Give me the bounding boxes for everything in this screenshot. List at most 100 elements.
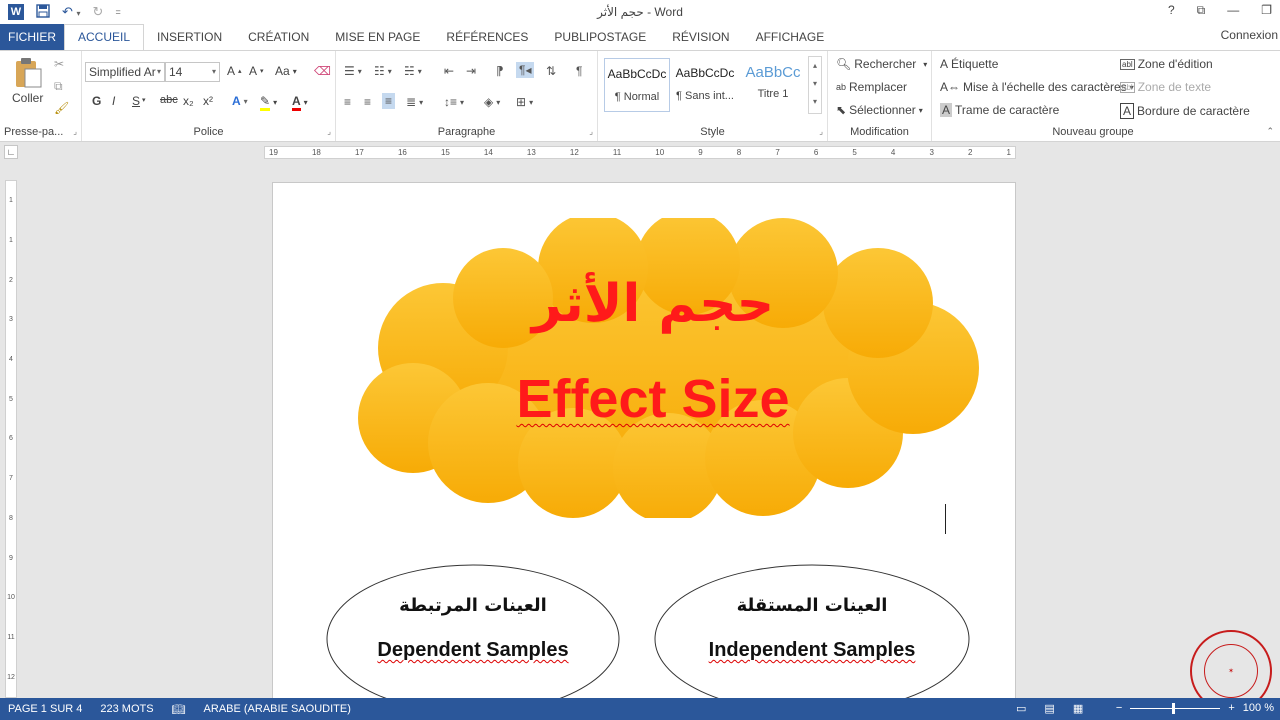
strikethrough-button[interactable]: abc bbox=[160, 94, 178, 106]
select-button[interactable]: ⬉ Sélectionner ▾ bbox=[836, 103, 923, 117]
status-bar: PAGE 1 SUR 4 223 MOTS 📖︎ ARABE (ARABIE S… bbox=[0, 698, 1280, 720]
vertical-ruler[interactable]: 1 1 2 3 4 5 6 7 8 9 10 11 12 bbox=[5, 180, 17, 698]
collapse-ribbon-icon[interactable]: ⌃ bbox=[1266, 126, 1274, 137]
read-mode-icon[interactable]: ▭ bbox=[1016, 702, 1026, 715]
font-launcher-icon[interactable]: ⌟ bbox=[327, 127, 331, 136]
ruler-mark: 6 bbox=[813, 148, 819, 157]
decrease-indent-icon[interactable]: ⇤ bbox=[444, 64, 454, 78]
title-bar: W ↶ ▾ ↻ = حجم الأثر - Word ? ⧉ — ❐ bbox=[0, 0, 1280, 24]
cloud-shape[interactable]: حجم الأثر Effect Size bbox=[323, 211, 983, 523]
styles-scroll[interactable]: ▴ ▾ ▾ bbox=[808, 56, 822, 114]
text-box-button[interactable]: abl Zone de texte bbox=[1120, 80, 1211, 94]
document-page[interactable]: حجم الأثر Effect Size العينات المرتبطة D… bbox=[272, 182, 1016, 720]
subscript-button[interactable]: x₂ bbox=[183, 94, 194, 108]
tab-view[interactable]: AFFICHAGE bbox=[743, 25, 838, 50]
chevron-down-icon: ▾ bbox=[156, 67, 161, 76]
align-right-icon[interactable]: ≡ bbox=[382, 93, 396, 109]
char-shading-button[interactable]: A Trame de caractère bbox=[940, 103, 1059, 117]
align-center-icon[interactable]: ≡ bbox=[364, 95, 371, 109]
clipboard-launcher-icon[interactable]: ⌟ bbox=[73, 127, 77, 136]
font-color-icon[interactable]: A ▾ bbox=[292, 94, 308, 111]
dependent-label-arabic: العينات المرتبطة bbox=[399, 595, 547, 616]
chevron-down-icon: ▾ bbox=[211, 67, 216, 76]
minimize-icon[interactable]: — bbox=[1227, 3, 1239, 18]
underline-chevron-icon[interactable]: ▾ bbox=[142, 96, 146, 104]
font-group: Simplified Ar ▾ 14 ▾ A ▴ A ▾ Aa ▾ ⌫ G I S ▾ a… bbox=[82, 51, 336, 141]
grow-font-icon[interactable]: A ▴ bbox=[227, 64, 242, 78]
tab-home[interactable]: ACCUEIL bbox=[64, 24, 145, 50]
style-no-spacing[interactable]: AaBbCcDc ¶ Sans int... bbox=[672, 58, 738, 112]
find-button[interactable]: 🔍︎ Rechercher ▾ bbox=[836, 57, 927, 71]
zoom-control: − + 100 % bbox=[1116, 702, 1274, 714]
zoom-out-icon[interactable]: − bbox=[1116, 702, 1122, 714]
line-spacing-icon[interactable]: ↕≡ ▾ bbox=[444, 95, 464, 109]
zoom-slider-thumb[interactable] bbox=[1172, 702, 1176, 714]
italic-button[interactable]: I bbox=[112, 94, 115, 108]
editing-group: 🔍︎ Rechercher ▾ ab Remplacer ⬉ Sélectionner ▾… bbox=[828, 51, 932, 141]
tab-mailings[interactable]: PUBLIPOSTAGE bbox=[541, 25, 659, 50]
tab-layout[interactable]: MISE EN PAGE bbox=[322, 25, 433, 50]
format-painter-icon[interactable]: 🖌 bbox=[54, 101, 69, 115]
ribbon-display-icon[interactable]: ⧉ bbox=[1197, 3, 1206, 18]
ltr-icon[interactable]: ⁋ bbox=[496, 64, 504, 78]
bold-button[interactable]: G bbox=[92, 94, 101, 108]
style-heading-1[interactable]: AaBbCc Titre 1 bbox=[740, 58, 806, 112]
print-layout-icon[interactable]: ▤ bbox=[1044, 702, 1054, 715]
char-scaling-button[interactable]: A⇔ Mise à l'échelle des caractères ▾ bbox=[940, 80, 1134, 94]
restore-icon[interactable]: ❐ bbox=[1261, 3, 1272, 18]
copy-icon[interactable]: ⧉ bbox=[54, 79, 63, 94]
proofing-icon[interactable]: 📖︎ bbox=[164, 703, 196, 716]
horizontal-ruler[interactable]: 19 18 17 16 15 14 13 12 11 10 9 8 7 6 5 4 3 2 1 bbox=[264, 146, 1016, 159]
ruler-mark: 11 bbox=[612, 148, 622, 157]
word-count[interactable]: 223 MOTS bbox=[92, 703, 163, 715]
replace-button[interactable]: ab Remplacer bbox=[836, 80, 907, 94]
superscript-button[interactable]: x² bbox=[203, 94, 213, 108]
tab-selector[interactable]: ∟ bbox=[4, 145, 18, 159]
numbering-icon[interactable]: ☷ ▾ bbox=[374, 64, 392, 78]
font-size-combo[interactable]: 14 ▾ bbox=[165, 62, 220, 82]
language-status[interactable]: ARABE (ARABIE SAOUDITE) bbox=[196, 703, 361, 715]
tab-design[interactable]: CRÉATION bbox=[235, 25, 322, 50]
shrink-font-icon[interactable]: A ▾ bbox=[249, 64, 264, 78]
sort-icon[interactable]: ⇅ bbox=[546, 64, 556, 78]
increase-indent-icon[interactable]: ⇥ bbox=[466, 64, 476, 78]
ruler-mark: 11 bbox=[7, 633, 15, 641]
tab-insert[interactable]: INSERTION bbox=[144, 25, 235, 50]
paste-button[interactable]: Coller bbox=[12, 57, 43, 105]
label-button[interactable]: A Étiquette bbox=[940, 57, 998, 71]
char-border-button[interactable]: A Bordure de caractère bbox=[1120, 103, 1250, 119]
sign-in-link[interactable]: Connexion bbox=[1221, 28, 1278, 42]
paragraph-launcher-icon[interactable]: ⌟ bbox=[589, 127, 593, 136]
independent-ellipse[interactable]: العينات المستقلة Independent Samples bbox=[653, 563, 971, 720]
multilevel-list-icon[interactable]: ☵ ▾ bbox=[404, 64, 422, 78]
highlight-icon[interactable]: ✎ ▾ bbox=[260, 94, 277, 111]
web-layout-icon[interactable]: ▦ bbox=[1073, 702, 1083, 715]
style-normal[interactable]: AaBbCcDc ¶ Normal bbox=[604, 58, 670, 112]
char-shading-icon: A bbox=[940, 103, 953, 117]
rtl-icon[interactable]: ¶◂ bbox=[516, 62, 535, 78]
cut-icon[interactable]: ✂ bbox=[54, 57, 64, 71]
justify-icon[interactable]: ≣ ▾ bbox=[406, 95, 423, 109]
help-icon[interactable]: ? bbox=[1168, 3, 1175, 18]
shading-icon[interactable]: ◈ ▾ bbox=[484, 95, 500, 109]
bullets-icon[interactable]: ☰ ▾ bbox=[344, 64, 362, 78]
dependent-ellipse[interactable]: العينات المرتبطة Dependent Samples bbox=[325, 563, 621, 720]
underline-button[interactable]: S bbox=[132, 94, 140, 108]
align-left-icon[interactable]: ≡ bbox=[344, 95, 351, 109]
show-marks-icon[interactable]: ¶ bbox=[576, 64, 582, 78]
borders-icon[interactable]: ⊞ ▾ bbox=[516, 95, 533, 109]
styles-launcher-icon[interactable]: ⌟ bbox=[819, 127, 823, 136]
tab-review[interactable]: RÉVISION bbox=[659, 25, 742, 50]
zoom-slider[interactable] bbox=[1130, 702, 1221, 714]
clear-formatting-icon[interactable]: ⌫ bbox=[314, 64, 331, 78]
zoom-in-icon[interactable]: + bbox=[1228, 702, 1234, 714]
zoom-level[interactable]: 100 % bbox=[1243, 702, 1274, 714]
ribbon-tabs: FICHIER ACCUEIL INSERTION CRÉATION MISE … bbox=[0, 24, 1280, 50]
font-name-combo[interactable]: Simplified Ar ▾ bbox=[85, 62, 165, 82]
edit-zone-button[interactable]: abl Zone d'édition bbox=[1120, 57, 1213, 71]
tab-references[interactable]: RÉFÉRENCES bbox=[433, 25, 541, 50]
text-effects-icon[interactable]: A ▾ bbox=[232, 94, 248, 108]
page-count[interactable]: PAGE 1 SUR 4 bbox=[0, 703, 92, 715]
change-case-icon[interactable]: Aa ▾ bbox=[275, 64, 297, 78]
tab-file[interactable]: FICHIER bbox=[0, 24, 64, 50]
